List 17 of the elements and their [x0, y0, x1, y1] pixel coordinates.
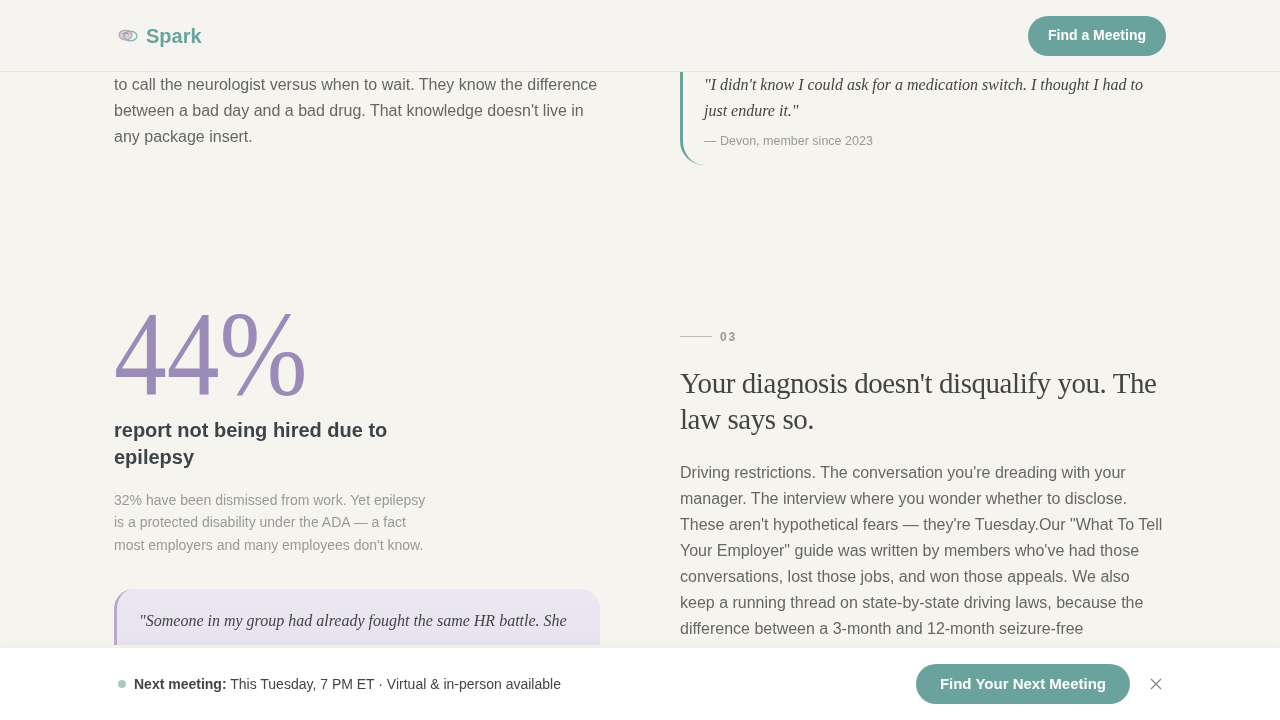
statistic-value: 44% — [114, 293, 308, 414]
next-meeting-text: Next meeting: This Tuesday, 7 PM ET · Virtual & in-person available — [134, 674, 561, 694]
body-paragraph: to call the neurologist versus when to wait. They know the difference between a bad day and a bad drug. That knowledge doesn't live in any package insert. — [114, 75, 599, 147]
quote-text: "I didn't know I could ask for a medication switch. I thought I had to just endure it." — [704, 75, 1144, 122]
section-heading: Your diagnosis doesn't disqualify you. The law says so. — [680, 365, 1158, 437]
find-next-meeting-button[interactable]: Find Your Next Meeting — [915, 664, 1130, 704]
status-dot-icon — [118, 680, 126, 688]
statistic-headline: report not being hired due to epilepsy — [114, 417, 389, 470]
body-paragraph: Driving restrictions. The conversation you're dreading with your manager. The interview where you wonder whether to disclose. These aren't hypothetical fears — they're Tuesday.Our "What To Tell Your Employer" guide was written by members who've had those conversations, lost those jobs, and won those appeals. We also keep a running thread on state-by-state driving laws, because the difference between a 3-month and 12-month seizure-free — [680, 462, 1164, 639]
quote-text: "Someone in my group had already fought the same HR battle. She — [139, 611, 568, 632]
overlapping-rings-icon — [118, 29, 138, 42]
find-meeting-button[interactable]: Find a Meeting — [1028, 15, 1166, 56]
close-icon — [1150, 678, 1162, 690]
statistic-detail: 32% have been dismissed from work. Yet epilepsy is a protected disability under the ADA — a fact most employers and many employees don't know. — [114, 490, 427, 555]
section-number: 03 — [720, 328, 737, 345]
quote-attribution: — Devon, member since 2023 — [704, 133, 874, 150]
brand-name[interactable]: Spark — [146, 20, 202, 51]
